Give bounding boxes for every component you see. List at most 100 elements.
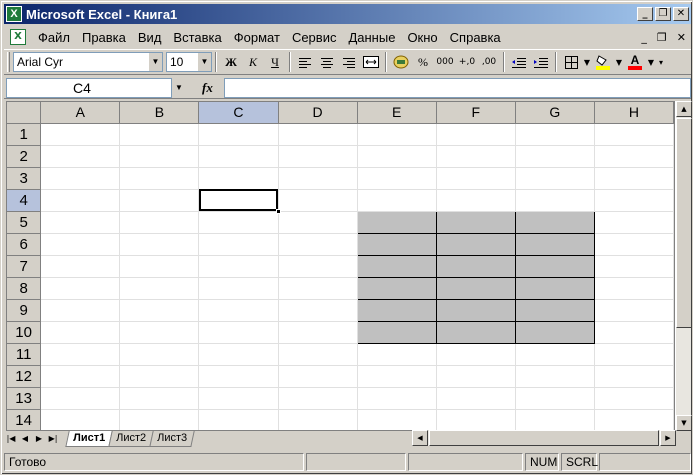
- restore-button[interactable]: ❐: [655, 7, 671, 21]
- font-size-select[interactable]: 10 ▼: [166, 52, 212, 72]
- scroll-down-button[interactable]: ▼: [676, 415, 692, 431]
- vertical-scrollbar[interactable]: ▲ ▼: [675, 101, 692, 431]
- row-header[interactable]: 1: [7, 123, 42, 146]
- align-right-button[interactable]: [338, 51, 360, 73]
- horizontal-scrollbar[interactable]: ◀ ▶: [412, 430, 676, 446]
- cell[interactable]: [278, 211, 358, 234]
- currency-button[interactable]: [390, 51, 412, 73]
- scroll-right-button[interactable]: ▶: [660, 430, 676, 446]
- cell[interactable]: [119, 277, 200, 300]
- shaded-cell[interactable]: [356, 210, 437, 234]
- cell[interactable]: [119, 343, 200, 366]
- worksheet-grid[interactable]: A B C D E F G H 1 2 3 4 5 6 7 8 9 10 11 …: [6, 101, 675, 431]
- last-sheet-button[interactable]: ▶|: [46, 431, 60, 447]
- cell[interactable]: [119, 167, 200, 190]
- cell[interactable]: [278, 387, 358, 410]
- cell[interactable]: [198, 321, 279, 344]
- shaded-cell[interactable]: [435, 276, 516, 300]
- row-header[interactable]: 11: [7, 343, 42, 366]
- name-box[interactable]: C4 ▼: [6, 77, 183, 98]
- cell[interactable]: [198, 255, 279, 278]
- cell[interactable]: [40, 365, 121, 388]
- cell[interactable]: [515, 189, 595, 212]
- cell[interactable]: [436, 409, 516, 430]
- cell[interactable]: [278, 343, 358, 366]
- menu-format[interactable]: Формат: [228, 30, 286, 45]
- shaded-cell[interactable]: [435, 298, 516, 322]
- cell[interactable]: [515, 365, 595, 388]
- sheet-tab-2[interactable]: Лист2: [108, 430, 154, 447]
- workbook-restore-button[interactable]: ❐: [652, 31, 672, 44]
- cell[interactable]: [436, 189, 516, 212]
- cell[interactable]: [40, 233, 121, 256]
- first-sheet-button[interactable]: |◀: [4, 431, 18, 447]
- align-left-button[interactable]: [294, 51, 316, 73]
- cell[interactable]: [594, 123, 674, 146]
- cell[interactable]: [594, 343, 674, 366]
- cell[interactable]: [594, 167, 674, 190]
- cell[interactable]: [119, 123, 200, 146]
- menu-view[interactable]: Вид: [132, 30, 168, 45]
- bold-button[interactable]: Ж: [220, 51, 242, 73]
- cell[interactable]: [594, 145, 674, 168]
- cell[interactable]: [278, 365, 358, 388]
- cell[interactable]: [278, 167, 358, 190]
- column-header-d[interactable]: D: [278, 102, 358, 124]
- excel-icon[interactable]: X: [6, 6, 22, 22]
- cell[interactable]: [357, 167, 437, 190]
- shaded-cell[interactable]: [514, 298, 595, 322]
- shaded-cell[interactable]: [435, 210, 516, 234]
- shaded-cell[interactable]: [435, 320, 516, 344]
- menu-file[interactable]: Файл: [32, 30, 76, 45]
- shaded-cell[interactable]: [514, 232, 595, 256]
- cell[interactable]: [594, 211, 674, 234]
- cell[interactable]: [515, 167, 595, 190]
- menu-tools[interactable]: Сервис: [286, 30, 343, 45]
- increase-decimal-button[interactable]: +,0: [456, 51, 478, 73]
- merge-center-button[interactable]: [360, 51, 382, 73]
- menu-data[interactable]: Данные: [342, 30, 401, 45]
- cell[interactable]: [40, 123, 121, 146]
- cell[interactable]: [515, 145, 595, 168]
- cell[interactable]: [278, 145, 358, 168]
- row-header[interactable]: 4: [7, 189, 42, 212]
- formula-input[interactable]: [224, 77, 691, 98]
- shaded-cell[interactable]: [356, 298, 437, 322]
- row-header[interactable]: 2: [7, 145, 42, 168]
- decrease-indent-button[interactable]: [508, 51, 530, 73]
- workbook-minimize-button[interactable]: _: [636, 31, 652, 44]
- cell[interactable]: [40, 277, 121, 300]
- sheet-tab-1[interactable]: Лист1: [65, 430, 113, 447]
- chevron-down-icon[interactable]: ▼: [148, 53, 162, 71]
- cell[interactable]: [278, 189, 358, 212]
- toolbar-grip[interactable]: [7, 52, 10, 72]
- cell[interactable]: [278, 277, 358, 300]
- cell[interactable]: [278, 123, 358, 146]
- shaded-cell[interactable]: [356, 276, 437, 300]
- row-header[interactable]: 6: [7, 233, 42, 256]
- cell[interactable]: [357, 189, 437, 212]
- cell[interactable]: [198, 343, 279, 366]
- chevron-down-icon[interactable]: ▼: [646, 58, 656, 67]
- cell[interactable]: [119, 387, 200, 410]
- scroll-up-button[interactable]: ▲: [676, 101, 692, 117]
- cell[interactable]: [594, 255, 674, 278]
- cell[interactable]: [119, 365, 200, 388]
- cell[interactable]: [436, 145, 516, 168]
- sheet-tab-3[interactable]: Лист3: [149, 430, 195, 447]
- cell[interactable]: [40, 343, 121, 366]
- menu-edit[interactable]: Правка: [76, 30, 132, 45]
- cell[interactable]: [40, 189, 121, 212]
- column-header-h[interactable]: H: [594, 102, 674, 124]
- cell[interactable]: [40, 409, 121, 430]
- horizontal-scroll-thumb[interactable]: [429, 430, 659, 446]
- column-header-g[interactable]: G: [515, 102, 595, 124]
- shaded-cell[interactable]: [356, 232, 437, 256]
- cell[interactable]: [357, 409, 437, 430]
- cell[interactable]: [594, 233, 674, 256]
- cell[interactable]: [436, 387, 516, 410]
- cell[interactable]: [357, 343, 437, 366]
- cell[interactable]: [119, 211, 200, 234]
- cell[interactable]: [594, 365, 674, 388]
- workbook-close-button[interactable]: ✕: [672, 31, 691, 44]
